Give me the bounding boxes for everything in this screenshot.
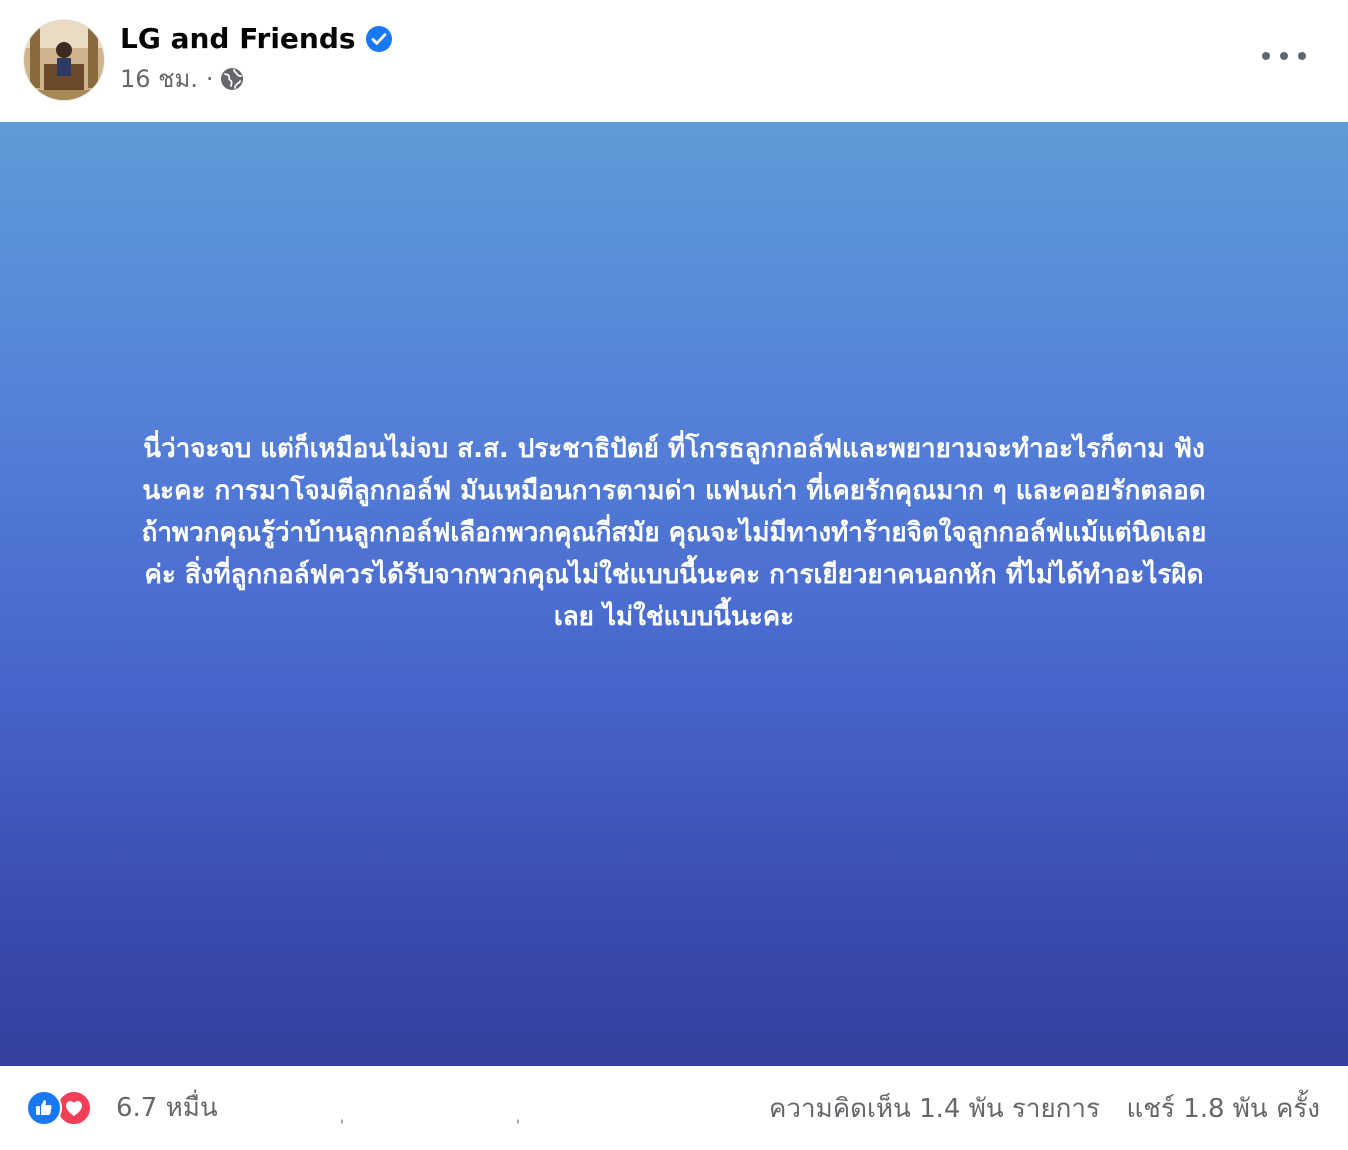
- reaction-count[interactable]: 6.7 หมื่น: [116, 1092, 218, 1124]
- post-text-line: ถ้าพวกคุณรู้ว่าบ้านลูกกอล์ฟเลือกพวกคุณกี…: [141, 518, 1207, 548]
- post-text-line: นะคะ การมาโจมตีลูกกอล์ฟ มันเหมือนการตามด…: [142, 476, 1206, 506]
- post-meta: 16 ชม. ·: [120, 62, 244, 96]
- post-background: นี่ว่าจะจบ แต่ก็เหมือนไม่จบ ส.ส. ประชาธิ…: [0, 122, 1348, 1066]
- avatar-image: [24, 20, 104, 100]
- page-avatar[interactable]: [24, 20, 104, 100]
- post-text-line: ค่ะ สิ่งที่ลูกกอล์ฟควรได้รับจากพวกคุณไม่…: [144, 560, 1204, 590]
- meta-separator: ·: [205, 65, 214, 93]
- comment-count[interactable]: ความคิดเห็น 1.4 พัน รายการ: [769, 1094, 1100, 1124]
- verified-badge-icon: [365, 26, 392, 52]
- like-reaction-icon[interactable]: [26, 1090, 62, 1126]
- more-dot: [1280, 52, 1288, 60]
- tick-mark: ': [516, 1118, 520, 1134]
- post-header: LG and Friends 16 ชม. ·: [0, 0, 1348, 122]
- page-name[interactable]: LG and Friends: [120, 20, 392, 58]
- post-time[interactable]: 16 ชม.: [120, 62, 198, 96]
- tick-mark: ': [340, 1118, 344, 1134]
- thumbs-up-icon: [36, 1100, 52, 1115]
- globe-icon[interactable]: [220, 67, 244, 91]
- more-dot: [1262, 52, 1270, 60]
- post-text: นี่ว่าจะจบ แต่ก็เหมือนไม่จบ ส.ส. ประชาธิ…: [44, 428, 1304, 638]
- post-text-line: เลย ไม่ใช่แบบนี้นะคะ: [553, 602, 795, 632]
- post-text-line: นี่ว่าจะจบ แต่ก็เหมือนไม่จบ ส.ส. ประชาธิ…: [143, 434, 1205, 464]
- page-name-label[interactable]: LG and Friends: [120, 20, 356, 58]
- heart-icon: [66, 1101, 82, 1116]
- more-options-icon[interactable]: [1262, 44, 1306, 68]
- more-dot: [1298, 52, 1306, 60]
- reaction-icons[interactable]: [26, 1090, 92, 1126]
- engagement-stats: ความคิดเห็น 1.4 พัน รายการ แชร์ 1.8 พัน …: [769, 1092, 1320, 1126]
- share-count[interactable]: แชร์ 1.8 พัน ครั้ง: [1127, 1094, 1320, 1124]
